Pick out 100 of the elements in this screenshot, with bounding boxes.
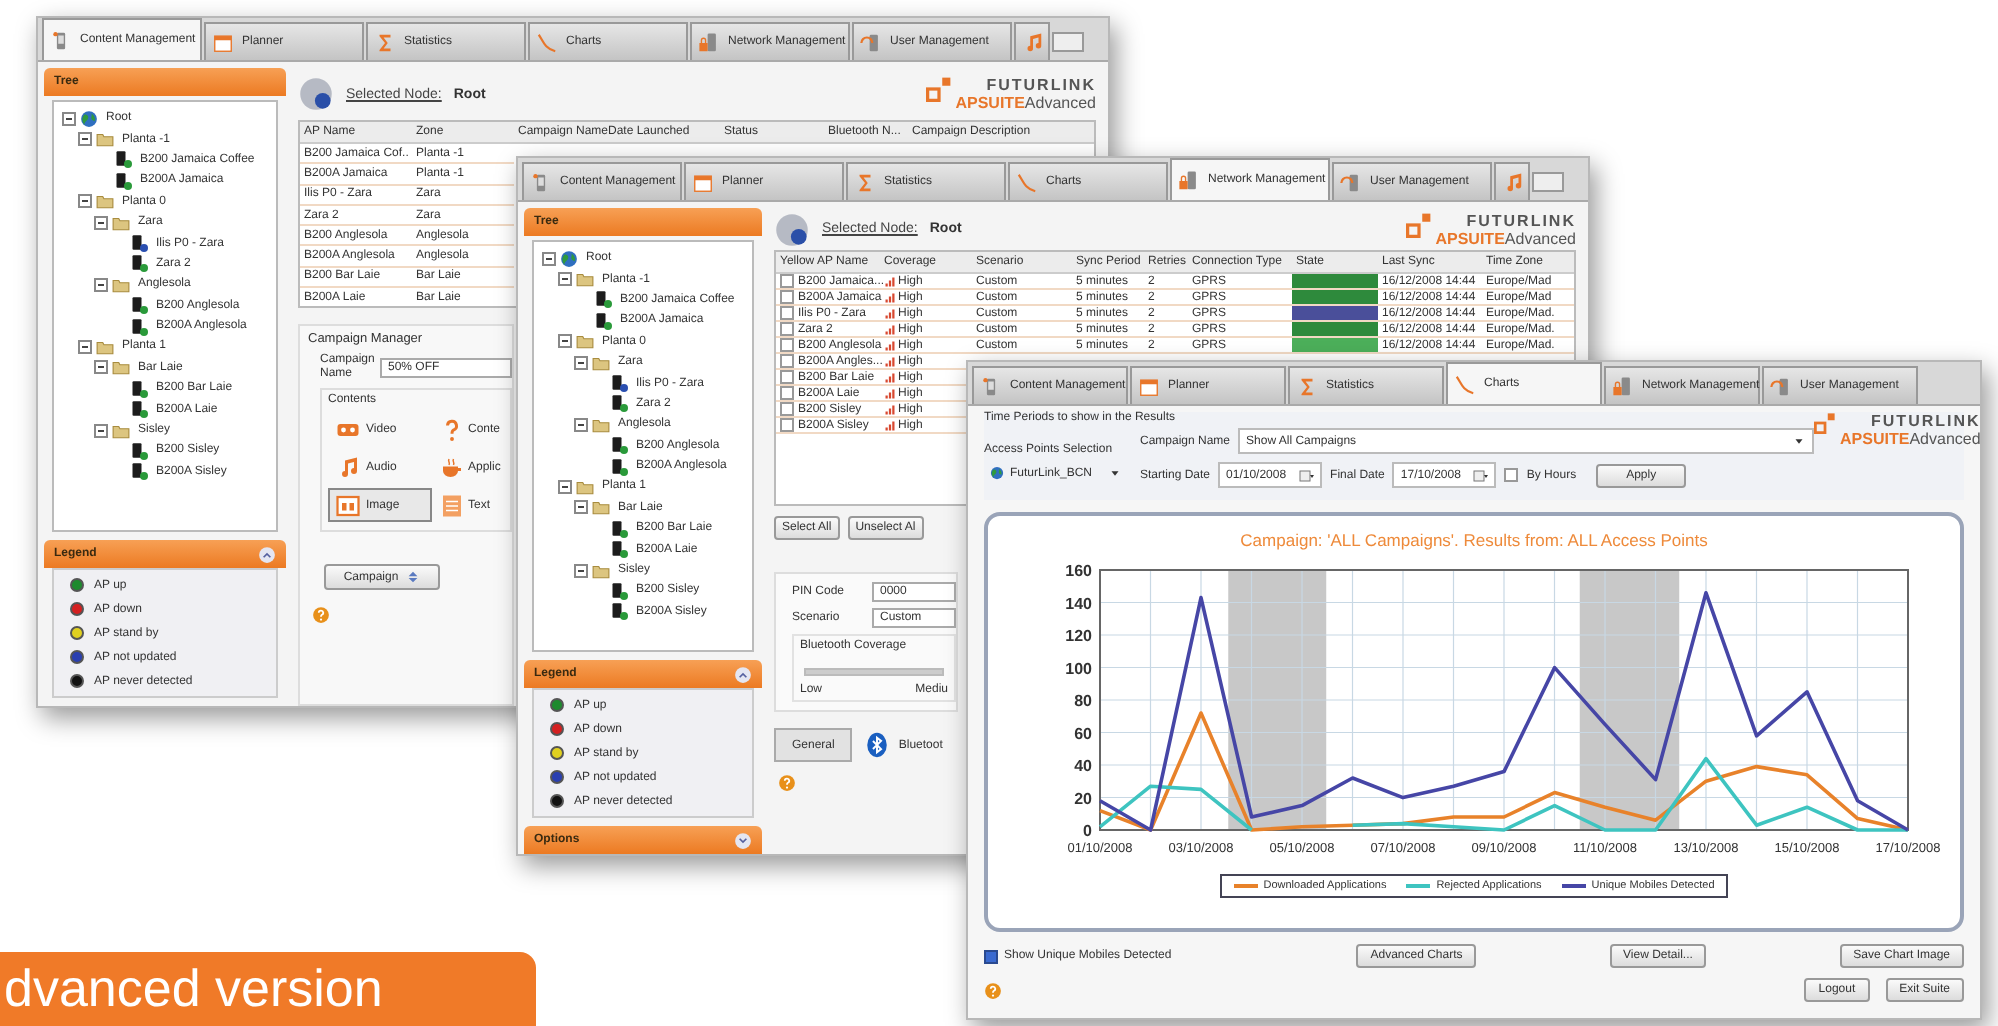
collapse-icon[interactable]	[734, 665, 752, 683]
phone-lock-icon	[698, 31, 720, 53]
folder-icon	[592, 561, 610, 580]
expand-toggle[interactable]	[558, 272, 572, 287]
sigma-icon	[854, 171, 876, 193]
logo-product: APSUITEAdvanced	[1435, 229, 1576, 247]
logo-mark-icon	[1814, 412, 1837, 434]
drive-icon	[298, 76, 334, 112]
expand-toggle[interactable]	[574, 417, 588, 432]
row-checkbox[interactable]	[780, 306, 794, 320]
curve-icon	[1016, 171, 1038, 193]
caret-icon	[1792, 434, 1807, 448]
row-checkbox[interactable]	[780, 402, 794, 416]
expand-toggle[interactable]	[558, 334, 572, 349]
row-checkbox[interactable]	[780, 338, 794, 352]
phone-lock-icon	[1612, 375, 1634, 397]
folder-icon	[576, 270, 594, 289]
row-checkbox[interactable]	[780, 386, 794, 400]
expand-toggle[interactable]	[94, 215, 108, 230]
logo-name: FUTURLINK	[986, 76, 1096, 94]
expand-toggle[interactable]	[62, 111, 76, 126]
tab[interactable]	[1014, 22, 1050, 60]
phone-headset-icon	[860, 31, 882, 53]
calendar-icon	[1472, 467, 1489, 483]
axis-tick-label: 80	[1074, 692, 1092, 710]
signal-bars-icon	[884, 323, 896, 335]
signal-bars-icon	[884, 339, 896, 351]
spinner-icon	[406, 570, 421, 585]
globe-icon	[80, 109, 98, 128]
row-checkbox[interactable]	[780, 418, 794, 432]
logo-name: FUTURLINK	[1871, 412, 1981, 430]
expand-toggle[interactable]	[542, 251, 556, 266]
tab[interactable]	[1494, 162, 1530, 200]
signal-bars-icon	[884, 403, 896, 415]
curve-icon	[536, 31, 558, 53]
drive-icon	[774, 211, 810, 247]
axis-tick-label: 20	[1074, 789, 1092, 808]
question-icon	[440, 417, 464, 442]
curve-icon	[1454, 373, 1476, 395]
axis-tick-label: 0	[1083, 822, 1092, 840]
axis-tick-label: 40	[1074, 757, 1092, 775]
folder-icon	[96, 130, 114, 149]
scroll-arrows[interactable]	[1532, 172, 1564, 192]
checkbox[interactable]	[1504, 468, 1519, 482]
expand-toggle[interactable]	[94, 277, 108, 292]
tick-scale	[804, 668, 944, 676]
help-icon[interactable]	[778, 774, 796, 792]
signal-bars-icon	[884, 387, 896, 399]
chart-title: Campaign: 'ALL Campaigns'. Results from: ALL Access Points	[1240, 530, 1708, 550]
help-icon[interactable]	[984, 981, 1002, 999]
expand-toggle[interactable]	[78, 194, 92, 209]
axis-tick-label: 120	[1065, 627, 1092, 645]
cup-icon	[440, 455, 464, 480]
signal-bars-icon	[884, 291, 896, 303]
collapse-icon[interactable]	[258, 545, 276, 563]
row-checkbox[interactable]	[780, 354, 794, 368]
row-checkbox[interactable]	[780, 290, 794, 304]
sigma-icon	[1296, 375, 1318, 397]
caret-icon	[1108, 466, 1122, 480]
help-icon[interactable]	[312, 606, 330, 625]
row-checkbox[interactable]	[780, 274, 794, 288]
signal-bars-icon	[884, 275, 896, 287]
expand-toggle[interactable]	[574, 355, 588, 370]
checkbox[interactable]	[984, 949, 998, 963]
expand-toggle[interactable]	[574, 563, 588, 578]
folder-icon	[112, 421, 130, 440]
expand-toggle[interactable]	[94, 360, 108, 375]
logo-product: APSUITEAdvanced	[1840, 430, 1981, 448]
calendar-icon	[692, 171, 714, 193]
expand-icon[interactable]	[734, 831, 752, 849]
signal-bars-icon	[884, 355, 896, 367]
logo-mark-icon	[925, 76, 952, 102]
row-checkbox[interactable]	[780, 322, 794, 336]
image-icon	[336, 493, 360, 518]
sigma-icon	[374, 31, 396, 53]
expand-toggle[interactable]	[558, 479, 572, 494]
logo-product: APSUITEAdvanced	[955, 94, 1096, 112]
phone-lock-icon	[1178, 169, 1200, 191]
music-note-icon	[1022, 31, 1044, 53]
logo-mark-icon	[1405, 211, 1432, 237]
row-checkbox[interactable]	[780, 370, 794, 384]
signal-bars-icon	[884, 419, 896, 431]
expand-toggle[interactable]	[94, 423, 108, 438]
globe-icon	[990, 466, 1004, 480]
folder-icon	[592, 415, 610, 434]
calendar-icon	[212, 31, 234, 53]
logo-name: FUTURLINK	[1466, 211, 1576, 229]
calendar-icon	[1138, 375, 1160, 397]
axis-tick-label: 100	[1065, 659, 1092, 678]
expand-toggle[interactable]	[574, 500, 588, 515]
music-note-icon	[1502, 171, 1524, 193]
signal-bars-icon	[884, 307, 896, 319]
expand-toggle[interactable]	[78, 132, 92, 147]
folder-icon	[112, 275, 130, 294]
axis-tick-label: 60	[1074, 724, 1092, 743]
calendar-icon	[1298, 467, 1315, 483]
scroll-arrows[interactable]	[1052, 32, 1084, 52]
expand-toggle[interactable]	[78, 339, 92, 354]
axis-tick-label: 160	[1065, 562, 1092, 580]
banner-text: dvanced version	[4, 958, 383, 1020]
